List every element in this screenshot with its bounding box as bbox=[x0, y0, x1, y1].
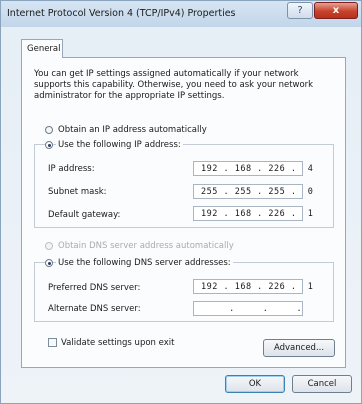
close-button[interactable]: x bbox=[314, 2, 358, 19]
validate-checkbox[interactable] bbox=[48, 338, 57, 347]
default-gateway-label: Default gateway: bbox=[48, 210, 121, 220]
help-button[interactable]: ? bbox=[287, 2, 313, 19]
obtain-ip-auto-radio[interactable] bbox=[45, 126, 53, 134]
cancel-button[interactable]: Cancel bbox=[292, 375, 352, 393]
subnet-mask-label: Subnet mask: bbox=[48, 187, 107, 197]
ok-button[interactable]: OK bbox=[225, 375, 285, 393]
ip-address-field[interactable]: 192 . 168 . 226 . 4 bbox=[193, 161, 313, 176]
preferred-dns-label: Preferred DNS server: bbox=[48, 283, 141, 293]
title-bar[interactable]: Internet Protocol Version 4 (TCP/IPv4) P… bbox=[1, 1, 361, 27]
tab-general[interactable]: General bbox=[21, 39, 63, 58]
use-following-ip-label[interactable]: Use the following IP address: bbox=[56, 140, 183, 150]
ip-address-label: IP address: bbox=[48, 164, 95, 174]
properties-dialog: Internet Protocol Version 4 (TCP/IPv4) P… bbox=[0, 0, 362, 404]
use-following-dns-label[interactable]: Use the following DNS server addresses: bbox=[56, 258, 233, 268]
advanced-button[interactable]: Advanced... bbox=[263, 339, 335, 357]
help-icon: ? bbox=[297, 5, 303, 16]
obtain-dns-auto-radio[interactable] bbox=[45, 242, 53, 250]
validate-label[interactable]: Validate settings upon exit bbox=[61, 338, 174, 348]
use-following-dns-radio[interactable] bbox=[45, 259, 53, 267]
alternate-dns-field[interactable]: . . . bbox=[193, 301, 303, 316]
window-title: Internet Protocol Version 4 (TCP/IPv4) P… bbox=[7, 8, 236, 19]
alternate-dns-label: Alternate DNS server: bbox=[48, 304, 141, 314]
close-icon: x bbox=[332, 5, 340, 16]
obtain-dns-auto-label[interactable]: Obtain DNS server address automatically bbox=[58, 241, 234, 251]
obtain-ip-auto-label[interactable]: Obtain an IP address automatically bbox=[58, 125, 207, 135]
intro-text: You can get IP settings assigned automat… bbox=[34, 69, 314, 101]
subnet-mask-field[interactable]: 255 . 255 . 255 . 0 bbox=[193, 184, 313, 199]
default-gateway-field[interactable]: 192 . 168 . 226 . 1 bbox=[193, 206, 313, 221]
use-following-ip-radio[interactable] bbox=[45, 141, 53, 149]
preferred-dns-field[interactable]: 192 . 168 . 226 . 1 bbox=[193, 279, 313, 294]
